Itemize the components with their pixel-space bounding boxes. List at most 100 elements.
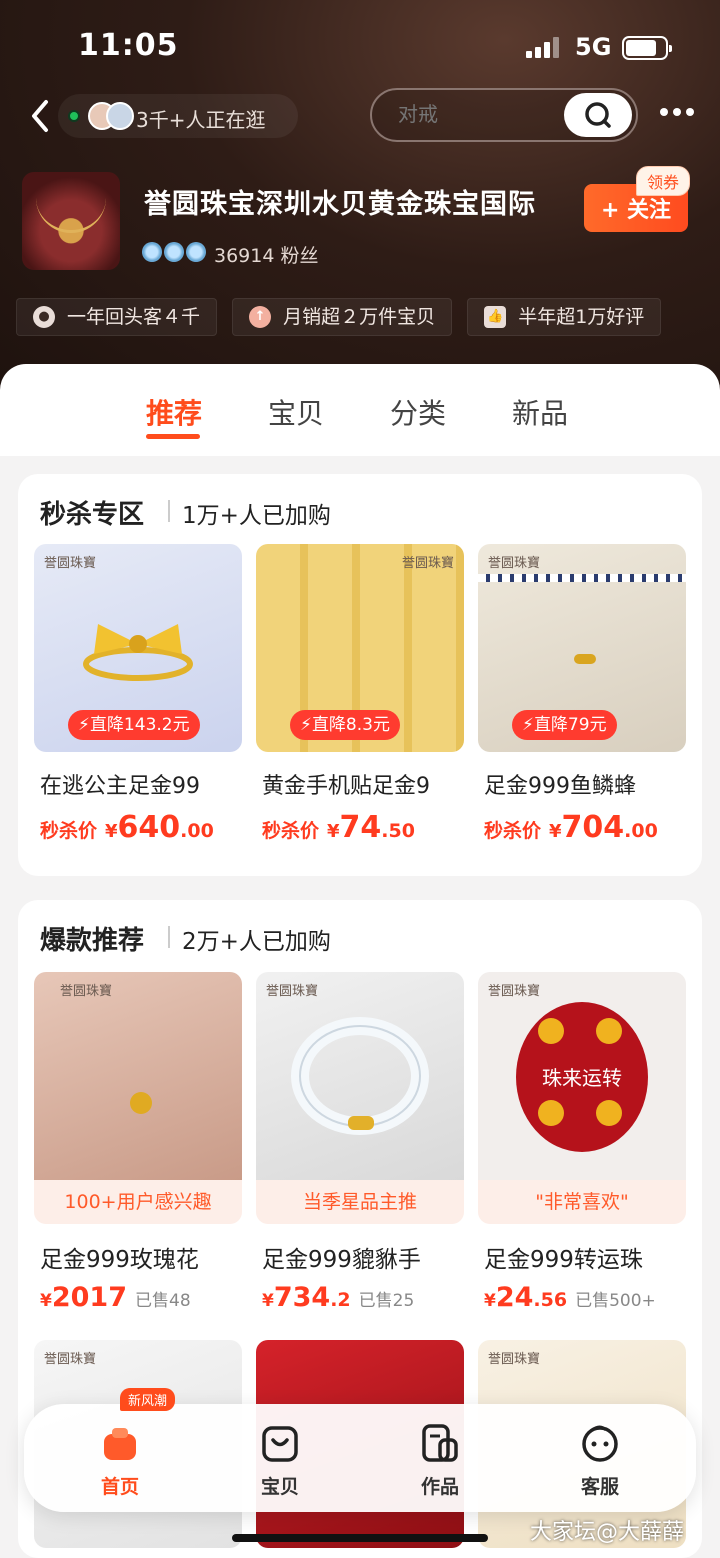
highlight-monthly-sales[interactable]: ↑ 月销超２万件宝贝 [232, 298, 453, 336]
section-subtitle: 2万+人已加购 [182, 929, 331, 955]
search-input[interactable] [398, 102, 558, 126]
product-price: ¥734.2 已售25 [262, 1282, 415, 1313]
product-title[interactable]: 足金999玫瑰花 [40, 1240, 199, 1274]
brand-watermark: 誉圆珠寶 [44, 1352, 97, 1367]
status-bar: 11:05 5G [0, 0, 720, 90]
brand-watermark: 誉圆珠寶 [488, 1352, 541, 1367]
nav-label: 首页 [100, 1476, 139, 1498]
battery-icon [622, 36, 672, 60]
highlight-label: 月销超２万件宝贝 [283, 306, 436, 328]
necklace-image [478, 574, 686, 582]
home-icon [104, 1428, 136, 1460]
shop-name[interactable]: 誉圆珠宝深圳水贝黄金珠宝国际 [144, 182, 536, 221]
status-time: 11:05 [78, 28, 179, 63]
more-menu-button[interactable] [660, 108, 696, 118]
product-price: ¥2017 已售48 [40, 1282, 191, 1313]
live-dot-icon [68, 110, 80, 122]
new-trend-badge: 新风潮 [120, 1388, 176, 1411]
price-drop-badge: ⚡直降8.3元 [290, 710, 400, 740]
network-type: 5G [575, 33, 612, 61]
customer-service-icon [582, 1425, 618, 1462]
highlight-label: 半年超1万好评 [518, 306, 645, 328]
nav-service[interactable]: 客服 [560, 1422, 640, 1499]
active-tab-indicator [146, 434, 200, 439]
rose-ring-image [130, 1092, 152, 1114]
highlight-reviews[interactable]: 👍 半年超1万好评 [467, 298, 662, 336]
hot-tag: 当季星品主推 [256, 1180, 464, 1224]
gold-bead-image [596, 1018, 622, 1044]
product-price: ¥24.56 已售500+ [484, 1282, 656, 1313]
user-icon: ● [33, 306, 55, 328]
flash-sale-section: 秒杀专区 1万+人已加购 誉圆珠寶 ⚡直降143.2元 在逃公主足金99 秒杀价… [18, 474, 702, 876]
coupon-badge[interactable]: 领券 [636, 166, 691, 196]
fans-count: 36914 粉丝 [214, 245, 319, 267]
brand-watermark: 誉圆珠寶 [488, 984, 541, 999]
nav-home[interactable]: 首页 [80, 1422, 160, 1499]
search-bar[interactable] [370, 88, 638, 142]
nav-products[interactable]: 宝贝 [240, 1422, 320, 1499]
bag-icon [262, 1426, 298, 1462]
image-caption: 珠来运转 [542, 1066, 622, 1090]
visitors-text: 3千+人正在逛 [136, 108, 266, 132]
shop-info: 誉圆珠宝深圳水贝黄金珠宝国际 36914 粉丝 + 关注 领券 [0, 166, 720, 272]
gold-bead-image [596, 1100, 622, 1126]
gold-bead-image [538, 1018, 564, 1044]
signal-icon [526, 36, 562, 58]
price-drop-badge: ⚡直降79元 [512, 710, 617, 740]
tab-recommend[interactable]: 推荐 [146, 392, 202, 432]
search-button[interactable] [564, 93, 632, 137]
tab-categories[interactable]: 分类 [390, 392, 446, 432]
product-title[interactable]: 在逃公主足金99 [40, 768, 240, 800]
divider [168, 500, 170, 522]
top-nav: 3千+人正在逛 [0, 88, 720, 144]
divider [168, 926, 170, 948]
shop-highlights: ● 一年回头客４千 ↑ 月销超２万件宝贝 👍 半年超1万好评 [16, 298, 720, 336]
nav-works[interactable]: 作品 [400, 1422, 480, 1499]
nav-label: 宝贝 [260, 1476, 299, 1498]
back-arrow-icon [32, 100, 48, 132]
shop-logo[interactable] [22, 172, 120, 270]
home-indicator[interactable] [232, 1534, 488, 1542]
section-subtitle: 1万+人已加购 [182, 503, 331, 529]
product-title[interactable]: 足金999鱼鳞蜂 [484, 768, 684, 800]
tab-new[interactable]: 新品 [512, 392, 568, 432]
bottom-nav: 新风潮 首页 宝贝 作品 客服 [24, 1388, 696, 1512]
highlight-label: 一年回头客４千 [67, 306, 201, 328]
hot-tag: 100+用户感兴趣 [34, 1180, 242, 1224]
section-title: 秒杀专区 [40, 500, 145, 530]
price-drop-badge: ⚡直降143.2元 [68, 710, 200, 740]
tab-products[interactable]: 宝贝 [268, 392, 324, 432]
crown-icon [186, 242, 206, 262]
avatar [106, 102, 134, 130]
sale-price: 秒杀价 ¥74.50 [262, 810, 415, 845]
brand-watermark: 誉圆珠寶 [488, 556, 541, 571]
visitors-indicator[interactable]: 3千+人正在逛 [58, 94, 298, 138]
hot-tag: "非常喜欢" [478, 1180, 686, 1224]
highlight-repeat-customers[interactable]: ● 一年回头客４千 [16, 298, 218, 336]
shop-level-crowns [142, 242, 208, 264]
up-arrow-icon: ↑ [249, 306, 272, 328]
product-image[interactable]: 誉圆珠寶 ⚡直降143.2元 [34, 544, 242, 752]
product-image[interactable]: 誉圆珠寶 [256, 972, 464, 1180]
works-icon [422, 1424, 458, 1462]
back-button[interactable] [26, 98, 56, 134]
crown-icon [142, 242, 162, 262]
gold-bead-image [538, 1100, 564, 1126]
nav-label: 作品 [420, 1476, 459, 1498]
brand-watermark: 誉圆珠寶 [60, 984, 113, 999]
product-title[interactable]: 足金999貔貅手 [262, 1240, 421, 1274]
search-icon [585, 102, 611, 128]
forum-watermark: 大家坛@大薛薛 [530, 1520, 685, 1545]
gold-item-image [574, 654, 596, 664]
sale-price: 秒杀价 ¥640.00 [40, 810, 214, 845]
product-image[interactable]: 誉圆珠寶 ⚡直降79元 [478, 544, 686, 752]
product-image[interactable]: 誉圆珠寶 珠来运转 [478, 972, 686, 1180]
thumbs-up-icon: 👍 [484, 306, 507, 328]
product-title[interactable]: 足金999转运珠 [484, 1240, 643, 1274]
product-image[interactable]: 誉圆珠寶 [34, 972, 242, 1180]
product-image[interactable]: 誉圆珠寶 ⚡直降8.3元 [256, 544, 464, 752]
product-title[interactable]: 黄金手机贴足金9 [262, 768, 462, 800]
nav-label: 客服 [580, 1476, 619, 1498]
sale-price: 秒杀价 ¥704.00 [484, 810, 658, 845]
brand-watermark: 誉圆珠寶 [401, 556, 454, 571]
